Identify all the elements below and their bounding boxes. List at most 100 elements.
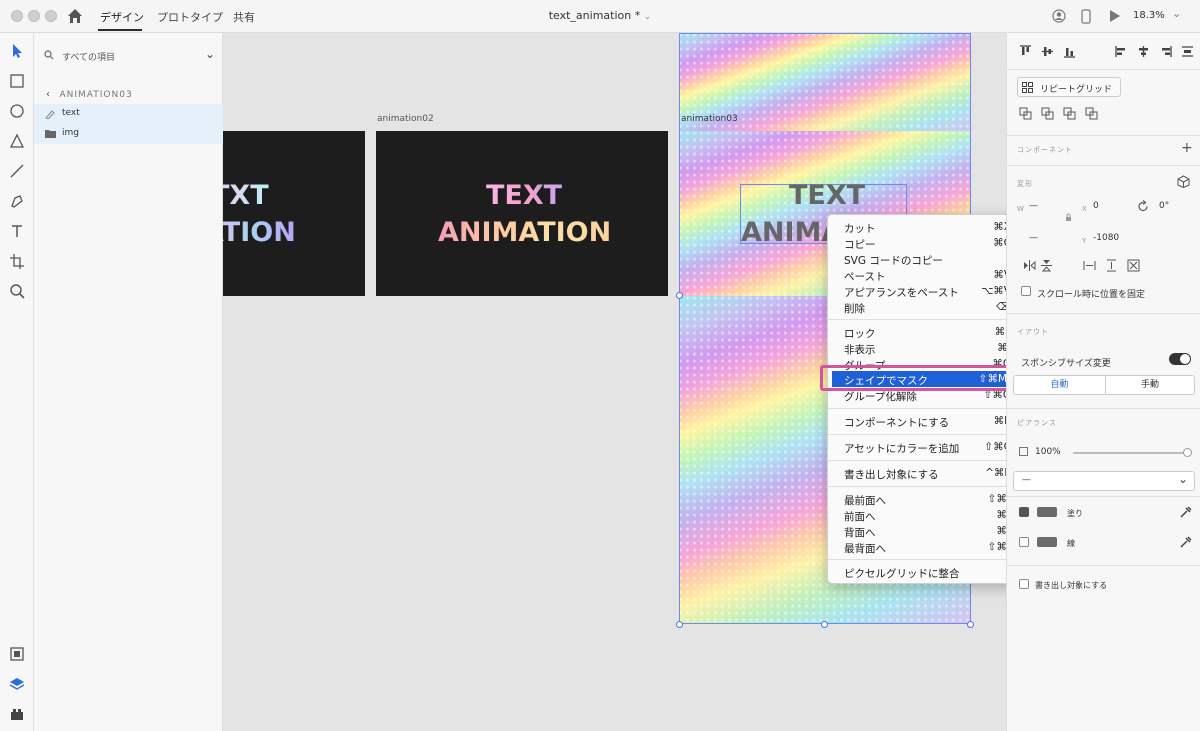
menu-item-paste[interactable]: ペースト ⌘V (828, 267, 1021, 283)
tab-prototype[interactable]: プロトタイプ (157, 9, 223, 25)
context-menu: カット ⌘X コピー ⌘C SVG コードのコピー ペースト ⌘V アピアランスをペー… (827, 214, 1022, 584)
y-label: Y (1082, 237, 1088, 245)
resize-handle[interactable] (967, 621, 974, 628)
artboard-animation01[interactable]: TXT ATION (223, 131, 365, 296)
text-tool-icon[interactable] (8, 222, 26, 240)
align-right-icon[interactable] (1159, 45, 1172, 58)
zoom-window-button[interactable] (45, 10, 57, 22)
fill-checkbox[interactable] (1019, 507, 1029, 517)
opacity-slider[interactable] (1073, 448, 1192, 457)
fit-both-icon[interactable] (1127, 259, 1140, 272)
resize-handle[interactable] (676, 621, 683, 628)
select-tool-icon[interactable] (8, 42, 26, 60)
artboard-animation02[interactable]: TEXT ANIMATION (376, 131, 668, 296)
align-top-icon[interactable] (1019, 45, 1032, 58)
menu-item-make-component[interactable]: コンポーネントにする ⌘K (828, 413, 1021, 429)
stroke-checkbox[interactable] (1019, 537, 1029, 547)
x-field[interactable]: 0 (1093, 201, 1099, 211)
align-left-icon[interactable] (1115, 45, 1128, 58)
menu-item-lock[interactable]: ロック ⌘L (828, 324, 1021, 340)
rotate-icon[interactable] (1137, 200, 1150, 213)
menu-item-paste-appearance[interactable]: アピアランスをペースト ⌥⌘V (828, 283, 1021, 299)
menu-separator (828, 319, 1021, 320)
menu-item-cut[interactable]: カット ⌘X (828, 219, 1021, 235)
user-account-icon[interactable] (1052, 9, 1066, 23)
minimize-window-button[interactable] (28, 10, 40, 22)
distribute-icon[interactable] (1181, 45, 1194, 58)
resize-handle[interactable] (821, 621, 828, 628)
device-preview-icon[interactable] (1081, 9, 1091, 24)
home-icon[interactable] (66, 7, 84, 25)
menu-item-send-to-back[interactable]: 最背面へ ⇧⌘[ (828, 539, 1021, 555)
boolean-intersect-icon[interactable] (1063, 107, 1076, 120)
menu-item-hide[interactable]: 非表示 ⌘, (828, 340, 1021, 356)
flip-horizontal-icon[interactable] (1023, 259, 1036, 272)
align-center-icon[interactable] (1137, 45, 1150, 58)
responsive-toggle[interactable] (1169, 353, 1191, 365)
breadcrumb[interactable]: ‹ ANIMATION03 (46, 87, 133, 100)
stroke-color-swatch[interactable] (1037, 537, 1057, 547)
auto-button[interactable]: 自動 (1014, 376, 1106, 394)
plugins-panel-icon[interactable] (8, 705, 26, 723)
tab-share[interactable]: 共有 (233, 9, 255, 25)
layers-panel-icon[interactable] (8, 675, 26, 693)
align-middle-icon[interactable] (1041, 45, 1054, 58)
line-tool-icon[interactable] (8, 162, 26, 180)
menu-separator (828, 486, 1021, 487)
back-chevron-icon[interactable]: ‹ (46, 89, 50, 100)
menu-item-bring-to-front[interactable]: 最前面へ ⇧⌘] (828, 491, 1021, 507)
fix-on-scroll-checkbox[interactable] (1021, 286, 1031, 296)
menu-item-delete[interactable]: 削除 ⌫ (828, 299, 1021, 315)
chevron-down-icon[interactable]: ⌄ (644, 12, 652, 22)
close-window-button[interactable] (11, 10, 23, 22)
resize-handle[interactable] (676, 292, 683, 299)
boolean-add-icon[interactable] (1019, 107, 1032, 120)
layer-item-text[interactable]: text (34, 104, 223, 124)
play-preview-icon[interactable] (1109, 9, 1121, 23)
lock-proportions-icon[interactable] (1065, 213, 1072, 222)
manual-button[interactable]: 手動 (1106, 376, 1194, 394)
3d-transform-icon[interactable] (1177, 175, 1190, 188)
menu-item-copy[interactable]: コピー ⌘C (828, 235, 1021, 251)
boolean-subtract-icon[interactable] (1041, 107, 1054, 120)
ellipse-tool-icon[interactable] (8, 102, 26, 120)
width-field[interactable]: — (1029, 201, 1038, 211)
align-bottom-icon[interactable] (1063, 45, 1076, 58)
menu-item-mark-for-export[interactable]: 書き出し対象にする ^⌘E (828, 465, 1021, 481)
repeat-grid-button[interactable]: リピートグリッド (1017, 77, 1121, 97)
layer-search[interactable]: すべての項目 ⌄ (42, 47, 217, 65)
rotation-field[interactable]: 0° (1159, 201, 1169, 211)
rectangle-tool-icon[interactable] (8, 72, 26, 90)
add-component-icon[interactable]: + (1181, 140, 1193, 156)
eyedropper-icon[interactable] (1179, 506, 1192, 519)
menu-item-add-color-to-assets[interactable]: アセットにカラーを追加 ⇧⌘C (828, 439, 1021, 455)
document-title[interactable]: text_animation * ⌄ (540, 9, 660, 22)
menu-item-send-backward[interactable]: 背面へ ⌘[ (828, 523, 1021, 539)
tab-design[interactable]: デザイン (100, 9, 144, 25)
blend-mode-select[interactable]: — ⌄ (1013, 471, 1195, 491)
fit-width-icon[interactable] (1083, 259, 1096, 272)
layer-item-img[interactable]: img (34, 124, 223, 144)
boolean-exclude-icon[interactable] (1085, 107, 1098, 120)
height-field[interactable]: — (1029, 233, 1038, 243)
zoom-chevron-icon[interactable]: ⌄ (1172, 7, 1181, 20)
menu-item-align-pixel-grid[interactable]: ピクセルグリッドに整合 (828, 564, 1021, 580)
y-field[interactable]: -1080 (1093, 233, 1119, 243)
opacity-value[interactable]: 100% (1035, 447, 1061, 457)
menu-item-copy-svg[interactable]: SVG コードのコピー (828, 251, 1021, 267)
zoom-level[interactable]: 18.3% (1133, 10, 1165, 21)
artboard-tool-icon[interactable] (8, 252, 26, 270)
tool-bar (0, 33, 34, 731)
flip-vertical-icon[interactable] (1040, 259, 1053, 272)
menu-item-bring-forward[interactable]: 前面へ ⌘] (828, 507, 1021, 523)
pen-tool-icon[interactable] (8, 192, 26, 210)
eyedropper-icon[interactable] (1179, 536, 1192, 549)
assets-panel-icon[interactable] (8, 645, 26, 663)
chevron-down-icon[interactable]: ⌄ (205, 47, 215, 61)
fill-color-swatch[interactable] (1037, 507, 1057, 517)
artboard-label[interactable]: animation02 (377, 114, 434, 124)
polygon-tool-icon[interactable] (8, 132, 26, 150)
fit-height-icon[interactable] (1105, 259, 1118, 272)
export-checkbox[interactable] (1019, 579, 1029, 589)
zoom-tool-icon[interactable] (8, 282, 26, 300)
